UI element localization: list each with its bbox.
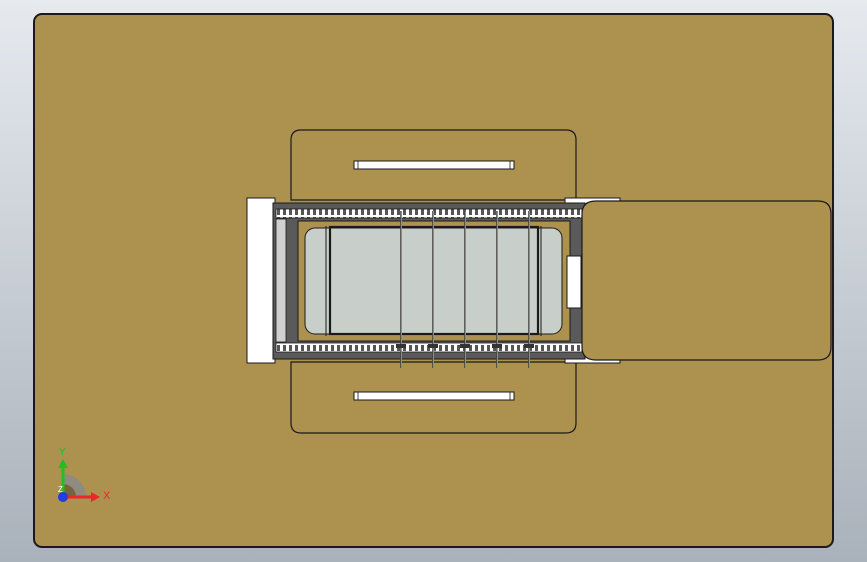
model-view[interactable]: X Y Z xyxy=(0,0,867,562)
graphics-viewport[interactable]: X Y Z xyxy=(0,0,867,562)
rod-clip xyxy=(524,344,534,348)
left-rail xyxy=(275,218,287,343)
rod-clip xyxy=(428,344,438,348)
y-axis-label: Y xyxy=(59,447,66,458)
rod-clip xyxy=(460,344,470,348)
top-flap-slot xyxy=(353,160,515,170)
rod-clip xyxy=(492,344,502,348)
z-axis-label: Z xyxy=(58,485,63,494)
right-cover[interactable] xyxy=(581,200,832,361)
rod-clip xyxy=(396,344,406,348)
right-cover-notch xyxy=(566,255,582,309)
left-white-face[interactable] xyxy=(246,197,276,364)
top-rail-teeth xyxy=(275,208,583,219)
x-axis-label: X xyxy=(103,490,111,502)
bottom-flap-slot xyxy=(353,391,515,401)
